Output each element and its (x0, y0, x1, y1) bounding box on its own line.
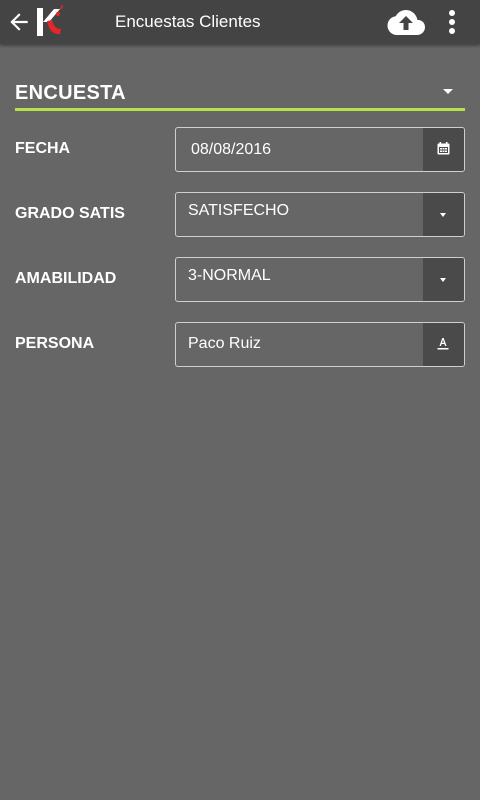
caret-down-icon (440, 278, 446, 282)
calendar-icon (437, 142, 450, 155)
fecha-label: FECHA (15, 140, 71, 157)
grado-satis-label: GRADO SATIS (15, 205, 125, 222)
grado-satis-value: SATISFECHO (188, 202, 290, 219)
text-edit-button[interactable] (423, 323, 464, 366)
amabilidad-dropdown-button[interactable] (423, 258, 464, 301)
grado-satis-select[interactable]: SATISFECHO (175, 192, 465, 237)
amabilidad-value: 3-NORMAL (188, 267, 271, 284)
persona-field[interactable]: Paco Ruiz (175, 322, 465, 367)
date-picker-button[interactable] (423, 128, 464, 171)
amabilidad-label: AMABILIDAD (15, 270, 117, 287)
app-bar: Encuestas Clientes (0, 0, 480, 44)
chevron-down-icon (443, 89, 453, 94)
persona-value: Paco Ruiz (188, 335, 261, 352)
k-logo-icon (37, 5, 63, 36)
grado-satis-dropdown-button[interactable] (423, 193, 464, 236)
caret-down-icon (440, 213, 446, 217)
app-title: Encuestas Clientes (115, 12, 261, 31)
fecha-field[interactable]: 08/08/2016 (175, 127, 465, 172)
text-format-icon (437, 338, 449, 350)
section-header-encuesta[interactable]: ENCUESTA (15, 80, 465, 111)
more-vert-icon[interactable] (440, 8, 464, 36)
persona-label: PERSONA (15, 335, 95, 352)
cloud-upload-icon[interactable] (387, 6, 425, 38)
arrow-left-icon[interactable] (6, 9, 32, 35)
section-title: ENCUESTA (15, 82, 126, 104)
amabilidad-select[interactable]: 3-NORMAL (175, 257, 465, 302)
fecha-value: 08/08/2016 (191, 141, 272, 158)
